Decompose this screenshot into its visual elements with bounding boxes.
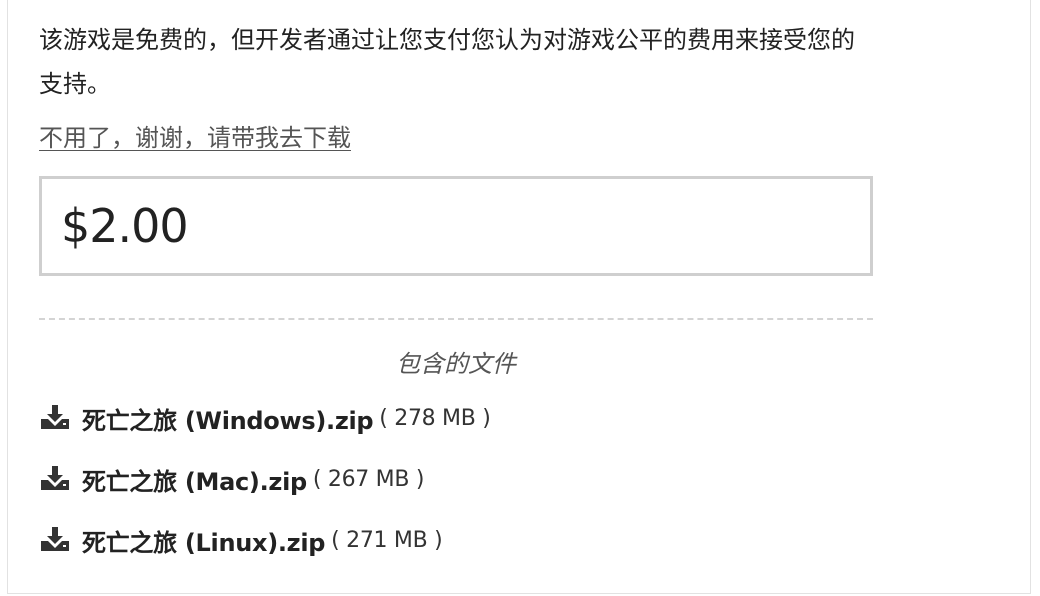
download-icon [39,402,71,434]
file-name: 死亡之旅 (Linux).zip [82,528,326,557]
download-icon [39,524,71,556]
pay-what-you-want-message: 该游戏是免费的，但开发者通过让您支付您认为对游戏公平的费用来接受您的支持。 [39,26,855,98]
file-item-linux[interactable]: 死亡之旅 (Linux).zip ( 271 MB ) [39,520,873,560]
file-name: 死亡之旅 (Windows).zip [82,406,374,435]
file-item-mac[interactable]: 死亡之旅 (Mac).zip ( 267 MB ) [39,459,873,499]
panel-content: 该游戏是免费的，但开发者通过让您支付您认为对游戏公平的费用来接受您的支持。 不用… [39,18,873,581]
section-divider [39,318,873,320]
file-size: ( 278 MB ) [379,405,491,431]
download-panel: 该游戏是免费的，但开发者通过让您支付您认为对游戏公平的费用来接受您的支持。 不用… [7,0,1031,594]
download-icon [39,463,71,495]
file-size: ( 267 MB ) [312,466,425,492]
file-size: ( 271 MB ) [331,527,443,553]
price-input[interactable] [61,199,821,253]
file-item-windows[interactable]: 死亡之旅 (Windows).zip ( 278 MB ) [39,398,873,438]
file-list: 死亡之旅 (Windows).zip ( 278 MB ) 死亡之旅 (Mac)… [39,398,873,560]
included-files-heading: 包含的文件 [396,350,516,378]
price-input-box[interactable] [39,176,873,276]
no-thanks-download-link[interactable]: 不用了，谢谢，请带我去下载 [39,122,351,154]
file-name: 死亡之旅 (Mac).zip [82,467,307,496]
